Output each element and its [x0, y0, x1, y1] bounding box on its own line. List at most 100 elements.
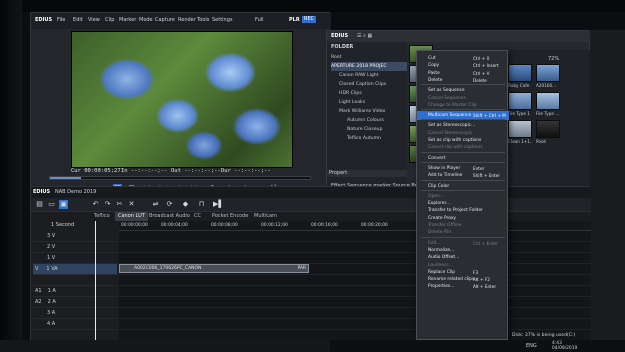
right-panel-edge — [590, 30, 625, 340]
folder-item[interactable]: Nature Closeup — [347, 125, 407, 134]
player-window: EDIUS File Edit View Clip Marker Mode Ca… — [30, 12, 331, 198]
track-header[interactable]: 1 V — [33, 253, 117, 264]
menu-separator — [421, 119, 505, 121]
menu-item-label: Rename related clips... — [428, 277, 479, 283]
menu-item-label: Cancel Stereoscopic — [428, 130, 473, 136]
timeline-playhead[interactable] — [95, 221, 96, 341]
timecode-duration: Dur --:--:--;-- — [221, 168, 271, 174]
track-lane[interactable] — [119, 275, 591, 286]
menu-view[interactable]: View — [88, 17, 100, 24]
browser-thumbnail[interactable] — [508, 92, 532, 110]
folder-item[interactable]: Closed Caption Clips — [339, 80, 407, 89]
ripple-icon[interactable]: ⇌ — [151, 200, 160, 209]
menu-item-label: Set as clip with captions — [428, 138, 482, 143]
sync-icon[interactable]: ⟳ — [165, 200, 174, 209]
tab-broadcast-audio[interactable]: Broadcast Audio — [146, 212, 193, 221]
browser-item-label: Clean 1+1.. — [508, 139, 533, 144]
menu-item-label: Transfer to Project Folder — [428, 208, 483, 214]
taskbar-date[interactable]: 04/09/2019 — [552, 345, 577, 352]
menu-mode[interactable]: Mode — [139, 17, 153, 24]
rec-mode-button[interactable]: REC — [302, 16, 317, 23]
menu-item-label: Add to Timeline — [428, 173, 463, 179]
undo-icon[interactable]: ↶ — [91, 200, 100, 209]
menu-item-label: Multicam Sequence — [428, 113, 472, 119]
menu-separator — [421, 189, 505, 191]
new-sequence-icon[interactable]: ▤ — [35, 200, 44, 209]
folder-item[interactable]: Root — [331, 53, 407, 62]
browser-thumbnail[interactable] — [536, 120, 560, 138]
menu-marker[interactable]: Marker — [119, 17, 136, 24]
menu-item-label: Set as Sequence — [428, 88, 465, 94]
tab-multicam[interactable]: Multicam — [251, 212, 280, 221]
track-lane[interactable]: A002C006_170626PC_CANON PAR — [119, 264, 591, 275]
menu-render[interactable]: Render — [178, 17, 196, 24]
track-header[interactable]: 2 V — [33, 242, 117, 253]
cut-icon[interactable]: ✂ — [115, 200, 124, 209]
browser-thumbnail[interactable] — [536, 64, 560, 82]
tab-teflico[interactable]: Teflico — [91, 212, 113, 221]
track-header[interactable]: 3 V — [33, 231, 117, 242]
track-lane[interactable] — [119, 253, 591, 264]
timeline-clip[interactable]: A002C006_170626PC_CANON PAR — [119, 264, 309, 273]
player-scrub-bar[interactable] — [49, 176, 311, 180]
browser-thumbnail[interactable] — [508, 120, 532, 138]
menu-tools[interactable]: Tools — [197, 17, 209, 24]
track-lane[interactable] — [119, 308, 591, 319]
marker-icon[interactable]: ◆ — [181, 200, 190, 209]
track-lane[interactable] — [119, 319, 591, 330]
plr-mode-button[interactable]: PLR — [289, 17, 300, 24]
track-header[interactable]: A1 1 A — [33, 286, 117, 297]
tab-canon-lut[interactable]: Canon LUT — [115, 212, 148, 221]
taskbar-language[interactable]: ENG — [526, 343, 537, 350]
tab-pocket-encode[interactable]: Pocket Encode — [209, 212, 251, 221]
track-lane[interactable] — [119, 242, 591, 253]
redo-icon[interactable]: ↷ — [103, 200, 112, 209]
track-header[interactable]: 3 A — [33, 308, 117, 319]
delete-icon[interactable]: ✕ — [127, 200, 136, 209]
menu-item-properties[interactable]: Properties... Alt + Enter — [417, 282, 509, 291]
track-lane[interactable] — [119, 297, 591, 308]
mode-icon[interactable]: ▣ — [59, 200, 68, 209]
timeline-lanes[interactable]: A002C006_170626PC_CANON PAR — [119, 231, 591, 341]
track-header[interactable]: A2 2 A — [33, 297, 117, 308]
menu-edit[interactable]: Edit — [73, 17, 83, 24]
folder-item[interactable]: HDR Clips — [339, 89, 407, 98]
ruler-label: 00:00:12;00 — [261, 223, 288, 228]
browser-zoom[interactable]: 72% — [548, 56, 559, 63]
folder-item[interactable]: Mark Williams Video — [339, 107, 407, 116]
player-menubar: EDIUS File Edit View Clip Marker Mode Ca… — [31, 13, 331, 29]
menu-clip[interactable]: Clip — [105, 17, 114, 24]
track-header-selected[interactable]: V1 VA — [33, 264, 117, 275]
menu-capture[interactable]: Capture — [155, 17, 175, 24]
folder-item[interactable]: Autumn Colours — [347, 116, 407, 125]
menu-separator — [421, 179, 505, 181]
menu-item-label: Transfer Offline — [428, 223, 462, 228]
tab-cc[interactable]: CC — [191, 212, 204, 221]
menu-file[interactable]: File — [57, 17, 65, 24]
zoom-select[interactable]: Full — [255, 17, 264, 24]
menu-item-label: Audio Offset... — [428, 255, 460, 261]
menu-settings[interactable]: Settings — [212, 17, 233, 24]
timeline-zoom-label[interactable]: 1 Second — [51, 222, 74, 229]
browser-thumbnail[interactable] — [536, 92, 560, 110]
video-preview[interactable] — [71, 31, 293, 168]
browser-thumbnail[interactable] — [508, 64, 532, 82]
render-icon[interactable]: ▶▌ — [213, 200, 224, 209]
folder-item-selected[interactable]: APERTURE 2018 PROJEC — [331, 62, 407, 71]
timeline-ruler[interactable]: 00:00:00;00 00:00:04;00 00:00:08;00 00:0… — [119, 221, 591, 231]
open-icon[interactable]: ▭ — [47, 200, 56, 209]
ruler-label: 00:00:20;00 — [361, 223, 388, 228]
timeline-app-title: EDIUS — [33, 189, 51, 195]
track-lane[interactable] — [119, 231, 591, 242]
track-header[interactable] — [33, 275, 117, 286]
folder-item[interactable]: Canon RAW Light — [339, 71, 407, 80]
track-header[interactable]: 4 A — [33, 319, 117, 330]
timecode-out: Out --:--:--;-- — [171, 168, 221, 174]
menu-item-label: Create Proxy — [428, 215, 457, 221]
bin-toolbar-icon[interactable]: ☰ ⌕ ▦ — [357, 33, 372, 40]
snap-icon[interactable]: ⊓ — [197, 200, 206, 209]
folder-item[interactable]: Light Leaks — [339, 98, 407, 107]
properties-tab[interactable]: Propert — [327, 170, 407, 177]
track-lane[interactable] — [119, 286, 591, 297]
folder-item[interactable]: Teflico Autumn — [347, 134, 407, 143]
